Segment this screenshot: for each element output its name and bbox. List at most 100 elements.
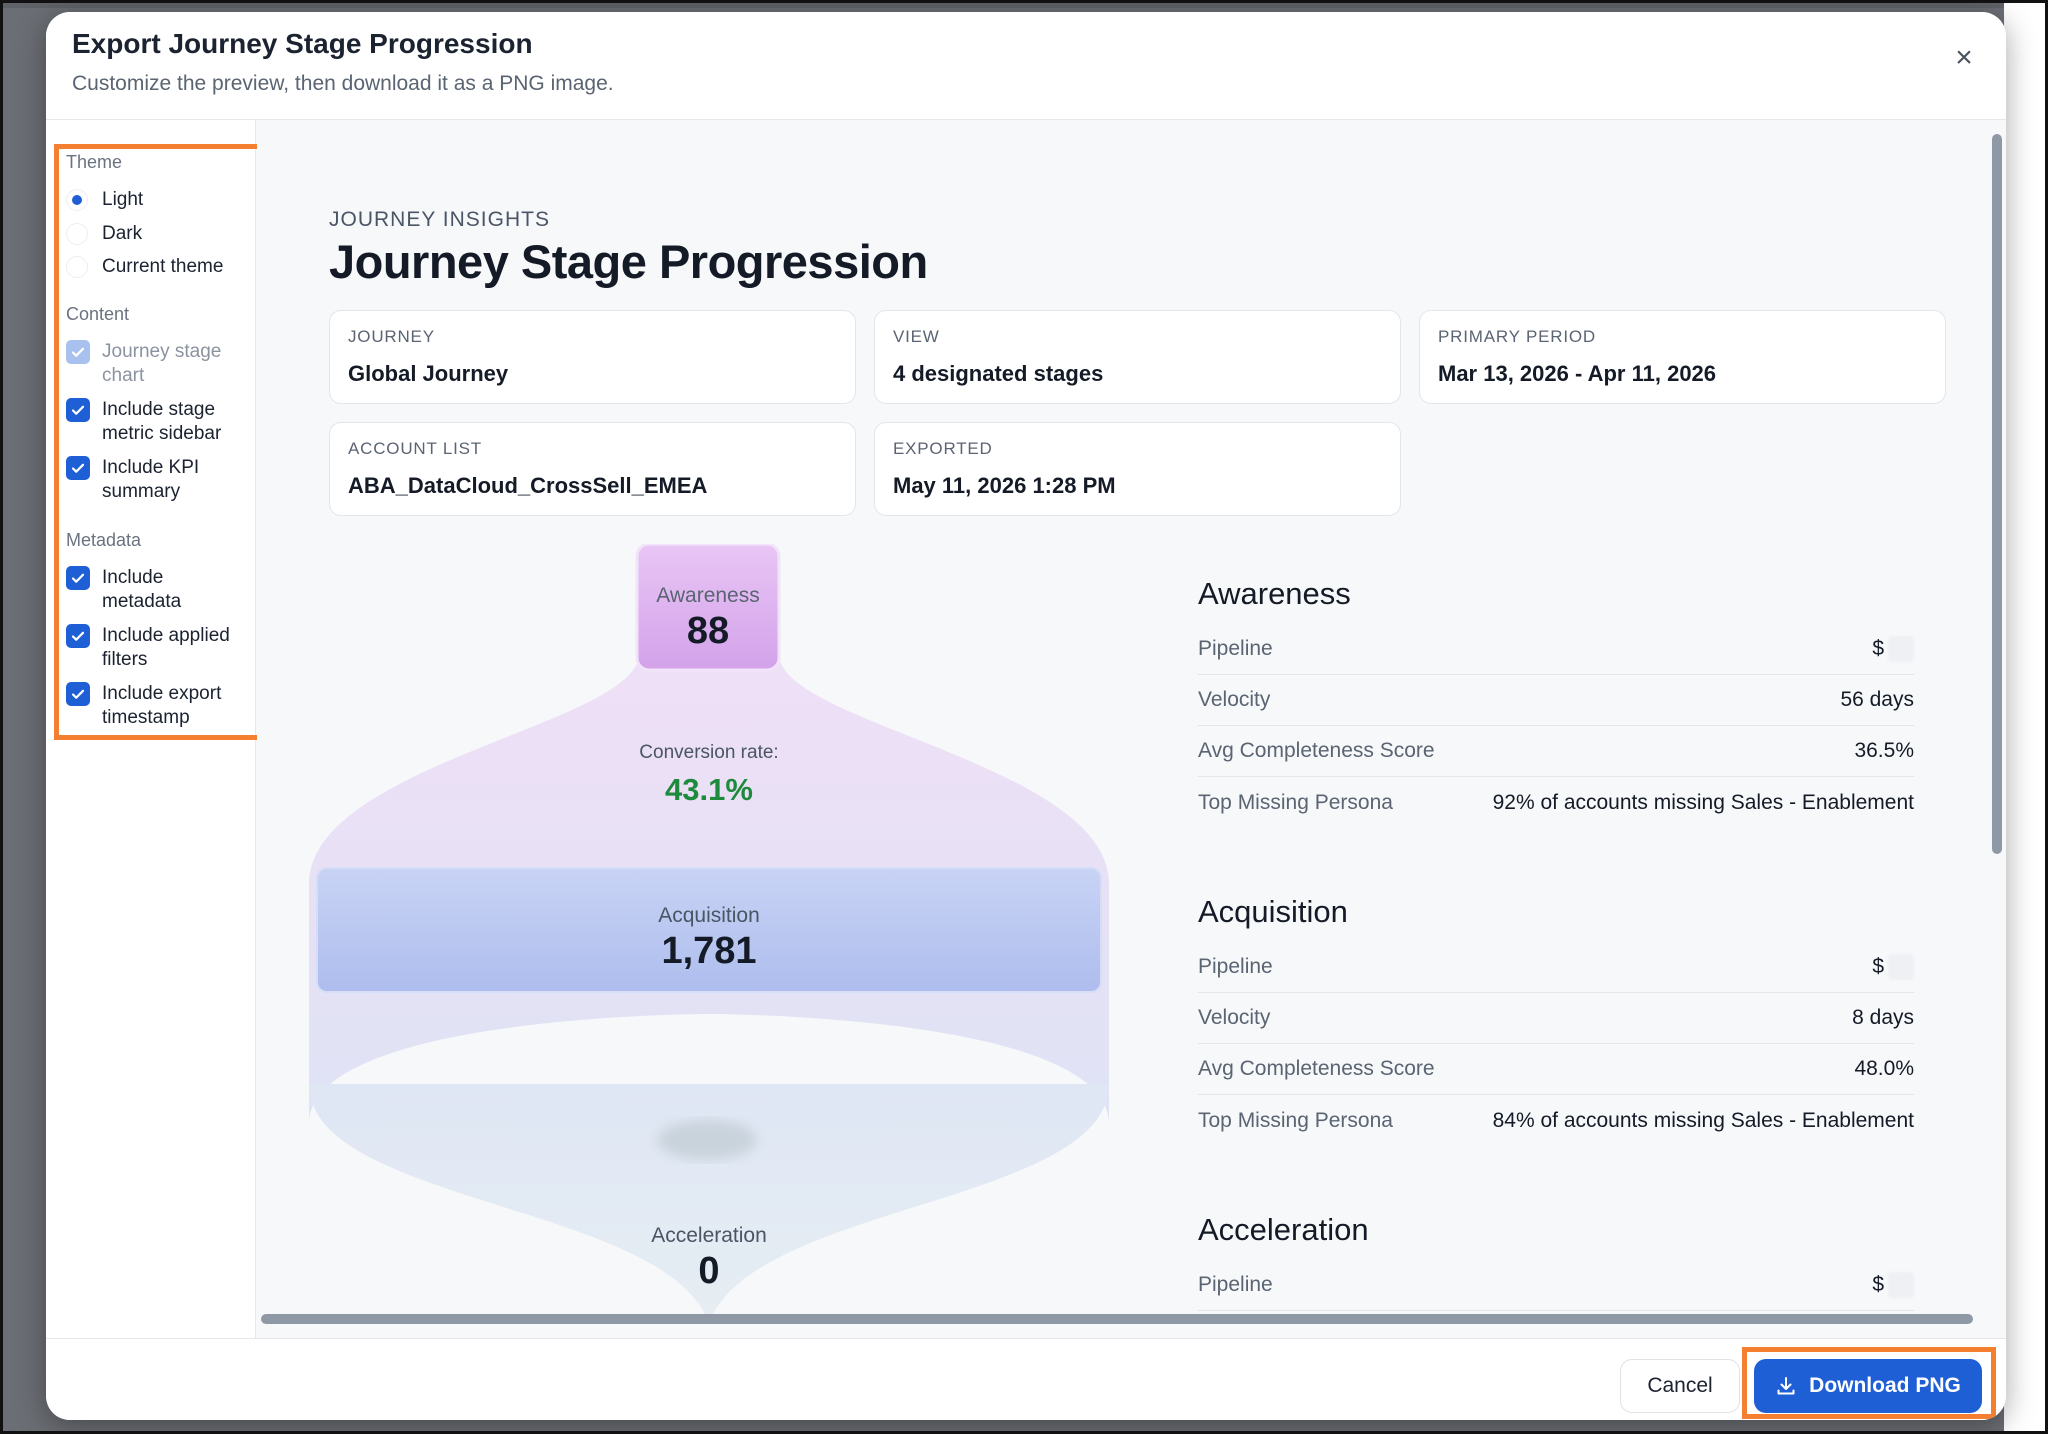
stage-metrics-title: Acceleration — [1198, 1212, 1369, 1247]
metric-key: Top Missing Persona — [1198, 790, 1393, 814]
checkbox-checked-icon[interactable] — [66, 682, 90, 706]
download-label: Download PNG — [1809, 1374, 1961, 1397]
theme-option-label: Light — [102, 189, 144, 210]
funnel-conversion: Conversion rate: 43.1% — [559, 742, 859, 808]
metric-row: Pipeline $ — [1198, 1260, 1914, 1311]
metric-value: 8 days — [1852, 1006, 1914, 1029]
funnel-stage-value: 1,781 — [661, 930, 757, 972]
metric-key: Pipeline — [1198, 1273, 1273, 1296]
metadata-option-label: Include applied filters — [102, 625, 230, 670]
meta-card-view: VIEW 4 designated stages — [874, 310, 1401, 404]
meta-value: May 11, 2026 1:28 PM — [893, 473, 1116, 498]
meta-key: EXPORTED — [893, 439, 993, 458]
dialog-title: Export Journey Stage Progression — [72, 28, 533, 59]
metric-key: Avg Completeness Score — [1198, 1057, 1435, 1080]
metric-value-text: $ — [1872, 637, 1884, 660]
metric-value: 48.0% — [1854, 1057, 1914, 1080]
metric-value: 56 days — [1840, 688, 1914, 711]
metric-value-text: $ — [1872, 955, 1884, 978]
export-dialog: Export Journey Stage Progression Customi… — [46, 12, 2006, 1420]
download-png-button[interactable]: Download PNG — [1754, 1359, 1982, 1413]
conversion-label: Conversion rate: — [639, 742, 779, 763]
checkbox-checked-icon[interactable] — [66, 340, 90, 364]
backdrop-page — [2004, 0, 2048, 1434]
dialog-footer: Cancel Download PNG — [46, 1338, 2006, 1420]
export-preview: JOURNEY INSIGHTS Journey Stage Progressi… — [257, 120, 2006, 1338]
meta-card-journey: JOURNEY Global Journey — [329, 310, 856, 404]
metric-value: $ — [1872, 1272, 1914, 1298]
metric-key: Pipeline — [1198, 955, 1273, 978]
meta-card-period: PRIMARY PERIOD Mar 13, 2026 - Apr 11, 20… — [1419, 310, 1946, 404]
metric-row: Avg Completeness Score 36.5% — [1198, 726, 1914, 777]
meta-key: VIEW — [893, 327, 940, 346]
redacted-value — [1888, 636, 1914, 662]
stage-metrics-title: Acquisition — [1198, 894, 1348, 929]
content-option-chart[interactable]: Journey stage chart — [66, 340, 242, 388]
metric-value: 36.5% — [1854, 739, 1914, 762]
funnel-redacted-value — [657, 1120, 757, 1160]
theme-option-current[interactable]: Current theme — [66, 255, 223, 279]
meta-card-exported: EXPORTED May 11, 2026 1:28 PM — [874, 422, 1401, 516]
report-eyebrow: JOURNEY INSIGHTS — [329, 208, 550, 231]
metric-row: Top Missing Persona 84% of accounts miss… — [1198, 1095, 1914, 1146]
metric-key: Velocity — [1198, 688, 1271, 711]
theme-option-label: Current theme — [102, 256, 224, 277]
metadata-group-label: Metadata — [66, 530, 142, 550]
metric-row: Velocity 8 days — [1198, 993, 1914, 1044]
preview-vertical-scrollbar[interactable] — [1992, 134, 2002, 854]
redacted-value — [1888, 954, 1914, 980]
redacted-value — [1888, 1272, 1914, 1298]
metadata-option-filters[interactable]: Include applied filters — [66, 624, 242, 672]
meta-key: PRIMARY PERIOD — [1438, 327, 1596, 346]
checkbox-checked-icon[interactable] — [66, 566, 90, 590]
funnel-stage-name: Acceleration — [651, 1224, 767, 1247]
funnel-stage-name: Awareness — [656, 584, 760, 607]
metric-row: Pipeline $ — [1198, 942, 1914, 993]
theme-option-light[interactable]: Light — [66, 188, 143, 212]
metric-key: Velocity — [1198, 1006, 1271, 1029]
content-option-sidebar[interactable]: Include stage metric sidebar — [66, 398, 242, 446]
metric-value: $ — [1872, 954, 1914, 980]
content-option-kpi[interactable]: Include KPI summary — [66, 456, 242, 504]
radio-icon[interactable] — [66, 223, 88, 245]
metric-row: Avg Completeness Score 48.0% — [1198, 1044, 1914, 1095]
theme-option-label: Dark — [102, 223, 143, 244]
radio-selected-icon[interactable] — [66, 189, 88, 211]
funnel-stage-value: 0 — [698, 1250, 720, 1292]
metadata-option-label: Include export timestamp — [102, 683, 222, 728]
checkbox-checked-icon[interactable] — [66, 624, 90, 648]
metadata-option-timestamp[interactable]: Include export timestamp — [66, 682, 242, 730]
backdrop-top — [0, 0, 2048, 8]
metric-row: Velocity 56 days — [1198, 675, 1914, 726]
theme-option-dark[interactable]: Dark — [66, 222, 142, 246]
theme-group-label: Theme — [66, 152, 123, 172]
metric-value: $ — [1872, 636, 1914, 662]
cancel-button[interactable]: Cancel — [1620, 1359, 1740, 1413]
meta-key: ACCOUNT LIST — [348, 439, 482, 458]
content-option-label: Include stage metric sidebar — [102, 399, 222, 444]
metadata-option-metadata[interactable]: Include metadata — [66, 566, 242, 614]
metric-value-text: $ — [1872, 1273, 1884, 1296]
metric-value: 92% of accounts missing Sales - Enableme… — [1492, 790, 1914, 814]
meta-card-account-list: ACCOUNT LIST ABA_DataCloud_CrossSell_EME… — [329, 422, 856, 516]
options-sidebar: Theme Light Dark Current theme Content J… — [46, 120, 272, 1338]
meta-value: Global Journey — [348, 361, 509, 386]
checkbox-checked-icon[interactable] — [66, 398, 90, 422]
close-icon[interactable]: × — [1944, 38, 1984, 78]
content-group-label: Content — [66, 304, 130, 324]
stage-metrics-title: Awareness — [1198, 576, 1351, 611]
metric-key: Top Missing Persona — [1198, 1108, 1393, 1132]
preview-horizontal-scrollbar[interactable] — [261, 1314, 1973, 1324]
download-icon — [1777, 1377, 1795, 1395]
funnel-awareness-label: Awareness 88 — [637, 584, 779, 653]
metric-value: 84% of accounts missing Sales - Enableme… — [1492, 1108, 1914, 1132]
radio-icon[interactable] — [66, 256, 88, 278]
metric-row: Top Missing Persona 92% of accounts miss… — [1198, 777, 1914, 828]
meta-key: JOURNEY — [348, 327, 435, 346]
checkbox-checked-icon[interactable] — [66, 456, 90, 480]
meta-value: 4 designated stages — [893, 361, 1104, 386]
metric-key: Avg Completeness Score — [1198, 739, 1435, 762]
metric-key: Pipeline — [1198, 637, 1273, 660]
funnel-stage-name: Acquisition — [658, 904, 760, 927]
metric-row: Pipeline $ — [1198, 624, 1914, 675]
